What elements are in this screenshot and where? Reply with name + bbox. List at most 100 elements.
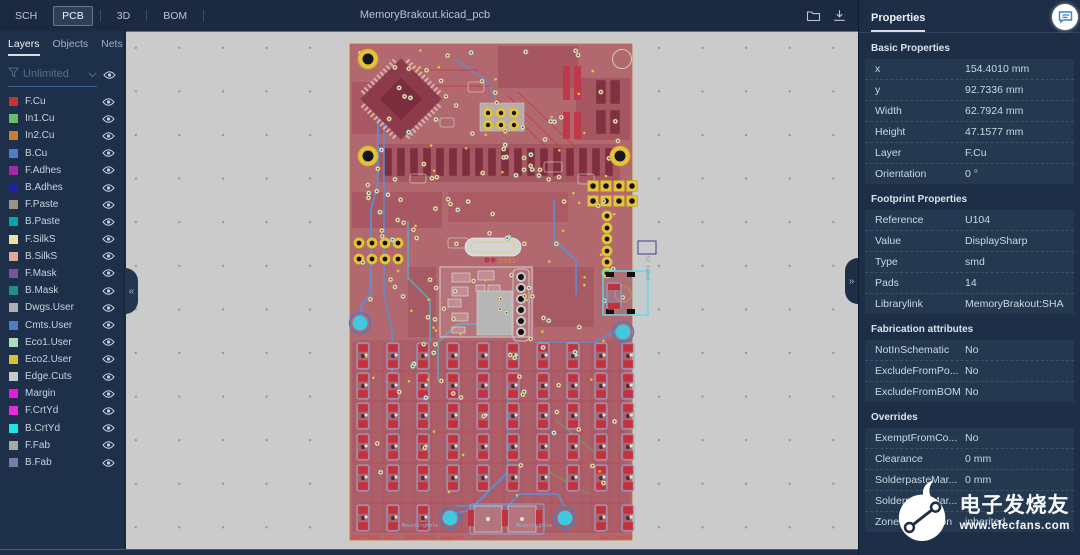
section-title: Basic Properties: [871, 43, 950, 54]
layer-color-swatch: [9, 200, 18, 210]
visibility-eye-icon[interactable]: [102, 440, 115, 450]
layer-name: B.Fab: [25, 457, 52, 469]
sidebar-tabs: Layers Objects Nets: [0, 31, 124, 61]
layer-row-B.Paste[interactable]: B.Paste: [0, 213, 124, 230]
property-row-clearance: Clearance 0 mm: [865, 449, 1074, 470]
chevron-down-icon[interactable]: [88, 65, 97, 83]
layer-row-Eco2.User[interactable]: Eco2.User: [0, 351, 124, 368]
layer-row-Margin[interactable]: Margin: [0, 385, 124, 402]
layer-row-Cmts.User[interactable]: Cmts.User: [0, 316, 124, 333]
layer-row-F.Cu[interactable]: F.Cu: [0, 93, 124, 110]
visibility-eye-icon[interactable]: [102, 131, 115, 141]
layer-color-swatch: [9, 440, 18, 450]
layer-row-F.Fab[interactable]: F.Fab: [0, 437, 124, 454]
layer-row-Dwgs.User[interactable]: Dwgs.User: [0, 299, 124, 316]
visibility-eye-icon[interactable]: [102, 372, 115, 382]
layer-row-F.CrtYd[interactable]: F.CrtYd: [0, 402, 124, 419]
layer-row-F.Mask[interactable]: F.Mask: [0, 265, 124, 282]
property-row-height: Height 47.1577 mm: [865, 122, 1074, 143]
visibility-eye-icon[interactable]: [102, 165, 115, 175]
folder-icon[interactable]: [806, 9, 821, 22]
layer-color-swatch: [9, 97, 18, 107]
property-row-reference: Reference U104: [865, 210, 1074, 231]
layer-color-swatch: [9, 286, 18, 296]
layer-row-F.SilkS[interactable]: F.SilkS: [0, 231, 124, 248]
visibility-eye-icon[interactable]: [102, 200, 115, 210]
silk-label-d101: D101: [499, 257, 516, 265]
layer-color-swatch: [9, 372, 18, 382]
property-row-excludefrompo: ExcludeFromPo... No: [865, 361, 1074, 382]
visibility-eye-icon[interactable]: [102, 423, 115, 433]
section-title: Fabrication attributes: [871, 324, 974, 335]
section-rows: Reference U104 Value DisplaySharp Type smd Pad…: [865, 210, 1074, 314]
property-value: 154.4010 mm: [965, 63, 1030, 75]
property-value: DisplaySharp: [965, 235, 1028, 247]
layer-row-In1.Cu[interactable]: In1.Cu: [0, 110, 124, 127]
visibility-eye-icon[interactable]: [102, 183, 115, 193]
pcb-canvas[interactable]: D101 MORPHEANS.COM - 'SHARPKEYBD Computer…: [126, 31, 858, 549]
section-title: Overrides: [871, 412, 918, 423]
layer-name: B.Paste: [25, 216, 61, 228]
tab-bom[interactable]: BOM: [154, 6, 196, 26]
pcb-board-svg[interactable]: D101 MORPHEANS.COM - 'SHARPKEYBD Computer…: [348, 42, 657, 542]
board-silkscreen-text: S2 110nQ: [644, 256, 650, 280]
property-row-orientation: Orientation 0 °: [865, 164, 1074, 184]
board-silkscreen-text: @selfuroid: [600, 535, 631, 541]
layer-row-B.Mask[interactable]: B.Mask: [0, 282, 124, 299]
property-row-pads: Pads 14: [865, 273, 1074, 294]
visibility-eye-icon[interactable]: [102, 114, 115, 124]
visibility-eye-icon[interactable]: [102, 303, 115, 313]
sidebar-tab-layers[interactable]: Layers: [8, 38, 40, 56]
feedback-bubble-icon[interactable]: [1052, 4, 1078, 30]
layer-row-B.Adhes[interactable]: B.Adhes: [0, 179, 124, 196]
property-label: Clearance: [875, 453, 923, 465]
layer-row-F.Paste[interactable]: F.Paste: [0, 196, 124, 213]
layer-row-B.Cu[interactable]: B.Cu: [0, 145, 124, 162]
download-icon[interactable]: [833, 9, 846, 22]
layer-color-swatch: [9, 268, 18, 278]
layer-filter-input[interactable]: [23, 68, 84, 80]
collapse-left-panel-handle[interactable]: «: [125, 268, 138, 314]
property-row-width: Width 62.7924 mm: [865, 101, 1074, 122]
layer-name: B.Cu: [25, 147, 48, 159]
visibility-eye-icon[interactable]: [102, 320, 115, 330]
layer-row-B.CrtYd[interactable]: B.CrtYd: [0, 420, 124, 437]
visibility-eye-icon[interactable]: [102, 148, 115, 158]
layer-name: B.Adhes: [25, 182, 63, 194]
layer-filter[interactable]: [7, 65, 97, 87]
visibility-eye-icon[interactable]: [102, 234, 115, 244]
tab-sch[interactable]: SCH: [6, 6, 46, 26]
tab-pcb[interactable]: PCB: [53, 5, 93, 26]
visibility-eye-icon[interactable]: [102, 97, 115, 107]
tab-3d[interactable]: 3D: [108, 6, 139, 26]
visibility-eye-icon[interactable]: [102, 251, 115, 261]
layer-row-B.SilkS[interactable]: B.SilkS: [0, 248, 124, 265]
visibility-eye-icon[interactable]: [102, 389, 115, 399]
layer-color-swatch: [9, 406, 18, 416]
property-value: MemoryBrakout:SHARP...: [965, 298, 1064, 310]
layer-row-Edge.Cuts[interactable]: Edge.Cuts: [0, 368, 124, 385]
layer-color-swatch: [9, 114, 18, 124]
collapse-right-panel-handle[interactable]: »: [845, 258, 858, 304]
layer-color-swatch: [9, 148, 18, 158]
selected-footprint-u104[interactable]: [602, 270, 649, 316]
visibility-eye-icon[interactable]: [102, 354, 115, 364]
layer-row-B.Fab[interactable]: B.Fab: [0, 454, 124, 471]
layer-row-In2.Cu[interactable]: In2.Cu: [0, 127, 124, 144]
property-row-x: x 154.4010 mm: [865, 59, 1074, 80]
layer-name: Margin: [25, 388, 56, 400]
property-label: Pads: [875, 277, 899, 289]
layer-row-F.Adhes[interactable]: F.Adhes: [0, 162, 124, 179]
visibility-eye-icon[interactable]: [102, 458, 115, 468]
watermark-brand: 电子发烧友: [959, 493, 1070, 517]
visibility-eye-icon[interactable]: [102, 337, 115, 347]
layer-row-Eco1.User[interactable]: Eco1.User: [0, 334, 124, 351]
filter-visibility-eye-icon[interactable]: [103, 67, 116, 85]
sidebar-tab-objects[interactable]: Objects: [53, 38, 89, 56]
visibility-eye-icon[interactable]: [102, 406, 115, 416]
visibility-eye-icon[interactable]: [102, 268, 115, 278]
visibility-eye-icon[interactable]: [102, 286, 115, 296]
visibility-eye-icon[interactable]: [102, 217, 115, 227]
sidebar-tab-nets[interactable]: Nets: [101, 38, 123, 56]
layer-name: B.Mask: [25, 285, 59, 297]
